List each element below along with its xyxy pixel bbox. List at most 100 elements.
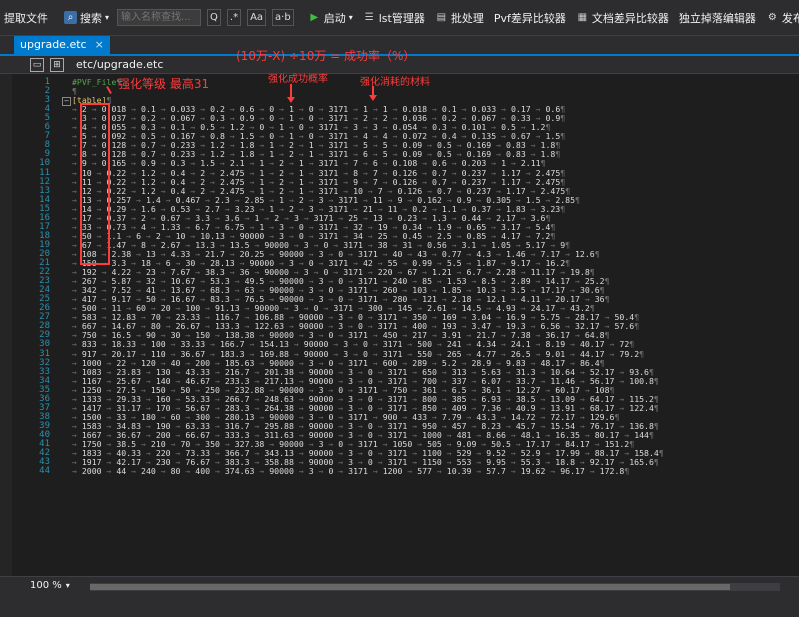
tree-icon[interactable]: ⊞: [50, 57, 64, 72]
chevron-down-icon: ▾: [65, 581, 70, 590]
zoom-control[interactable]: 100 % ▾: [30, 580, 70, 591]
whole-word-toggle[interactable]: a·b: [272, 9, 294, 26]
tab-mark: →: [333, 466, 349, 477]
pilcrow-mark: ¶: [639, 348, 645, 359]
list-icon: ☰: [364, 12, 374, 23]
cell-value: 240: [141, 466, 156, 477]
tab-mark: →: [293, 466, 309, 477]
cell-value: 36: [594, 294, 605, 305]
cell-value: 172.8: [599, 466, 625, 477]
file-path: etc/upgrade.etc: [76, 58, 164, 71]
tab-mark: →: [367, 466, 383, 477]
cell-value: 57.7: [486, 466, 506, 477]
search-icon: ⌕: [64, 11, 77, 24]
doc-diff-icon: ▦: [577, 12, 588, 23]
tab-mark: →: [545, 466, 561, 477]
pilcrow-mark: ¶: [653, 402, 659, 413]
search-button[interactable]: ⌕ 搜索 ▾: [62, 10, 111, 26]
doc-diff-button[interactable]: ▦ 文档差异比较器: [574, 10, 671, 26]
play-icon: ▶: [310, 12, 319, 23]
cell-value: 10.39: [446, 466, 472, 477]
tab-mark: →: [471, 466, 487, 477]
code-header: #PVF_File: [72, 77, 117, 87]
pilcrow-mark: ¶: [575, 194, 580, 205]
tab-mark: →: [210, 466, 225, 477]
cell-value: 400: [195, 466, 211, 477]
code-data-line: → 2000 → 44 → 240 → 80 → 400 → 374.63 → …: [72, 467, 629, 476]
cell-value: 44: [116, 466, 127, 477]
launch-button[interactable]: ▶ 启动 ▾: [306, 10, 355, 26]
annotation-level: 强化等级 最高31: [118, 77, 210, 91]
document-icon[interactable]: ▭: [30, 57, 44, 72]
scrollbar-thumb[interactable]: [90, 584, 730, 590]
code-header-line: #PVF_File¶: [72, 77, 121, 87]
batch-icon: ▤: [436, 12, 447, 23]
cell-value: 1200: [382, 466, 403, 477]
pilcrow-mark: ¶: [560, 203, 566, 214]
code-editor[interactable]: 1 2 3 4 5 6 7 8 9 10 11 12 13 14 15 16 17 18 19 20 21 22 23 24 2…: [12, 74, 799, 576]
extract-file-button[interactable]: 提取文件: [2, 10, 50, 26]
line-number: 44: [39, 466, 50, 477]
pilcrow-mark: ¶: [653, 420, 659, 431]
cell-value: 165.6: [629, 457, 654, 468]
tab-mark: →: [180, 466, 196, 477]
pilcrow-mark: ¶: [634, 321, 640, 332]
tab-mark: →: [402, 466, 418, 477]
cell-value: 3171: [348, 466, 368, 477]
status-bar: 100 % ▾: [0, 576, 799, 617]
pilcrow-mark: ¶: [594, 248, 600, 259]
tab-mark: →: [155, 466, 171, 477]
drop-editor-button[interactable]: 独立掉落编辑器: [677, 10, 758, 26]
cell-value: 12.6: [575, 248, 595, 259]
horizontal-scrollbar[interactable]: [90, 583, 780, 591]
tab-mark: →: [254, 466, 270, 477]
annotation-material: 强化消耗的材料: [360, 77, 430, 88]
find-button[interactable]: Q: [207, 9, 221, 26]
pilcrow-mark: ¶: [560, 131, 566, 142]
fold-toggle-icon[interactable]: −: [62, 97, 71, 106]
left-margin: [0, 74, 12, 576]
close-icon[interactable]: ×: [95, 36, 104, 54]
cell-value: 2000: [81, 466, 102, 477]
cell-value: 96.17: [560, 466, 585, 477]
pilcrow-mark: ¶: [604, 276, 610, 287]
probability-arrow-line: [290, 84, 292, 98]
match-case-toggle[interactable]: Aa: [247, 9, 267, 26]
cell-value: 374.63: [224, 466, 255, 477]
gear-icon: ⚙: [767, 12, 777, 23]
cell-value: 577: [417, 466, 432, 477]
chevron-down-icon: ▾: [105, 13, 110, 22]
cell-value: 90000: [269, 466, 294, 477]
cell-value: 19.62: [520, 466, 546, 477]
cell-value: 79.2: [619, 348, 640, 359]
pilcrow-mark: ¶: [653, 457, 659, 468]
batch-button[interactable]: ▤ 批处理: [433, 10, 486, 26]
tab-mark: →: [604, 348, 620, 359]
tab-mark: →: [432, 466, 447, 477]
search-input[interactable]: [117, 9, 202, 26]
tab-upgrade-etc[interactable]: upgrade.etc ×: [14, 36, 110, 54]
pilcrow-mark: ¶: [604, 294, 610, 305]
pvf-diff-button[interactable]: Pvf差异比较器: [492, 10, 568, 26]
pilcrow-mark: ¶: [624, 466, 630, 477]
tab-mark: →: [101, 466, 117, 477]
annotation-probability: 强化成功概率: [268, 74, 328, 85]
tab-mark: →: [313, 466, 329, 477]
material-arrow-head: [369, 95, 377, 101]
lst-manager-button[interactable]: ☰ lst管理器: [361, 10, 427, 26]
pilcrow-mark: ¶: [653, 375, 659, 386]
cell-value: 122.4: [629, 402, 654, 413]
cell-value: 100.8: [629, 375, 654, 386]
level-highlight-box: [80, 103, 110, 265]
chevron-down-icon: ▾: [348, 13, 353, 22]
main-toolbar: 提取文件 ⌕ 搜索▾ Q .* Aa a·b ▶ 启动▾ ☰ lst管理器 ▤ …: [0, 0, 799, 36]
pilcrow-mark: ¶: [658, 448, 664, 459]
publish-button[interactable]: ⚙ 发布: [764, 10, 799, 26]
cell-value: 80: [170, 466, 181, 477]
tab-mark: →: [126, 466, 142, 477]
tab-mark: →: [72, 466, 82, 477]
annotation-formula: (10万-X) ÷10万 = 成功率（%）: [236, 49, 416, 63]
probability-arrow-head: [287, 97, 295, 103]
regex-toggle[interactable]: .*: [226, 9, 242, 26]
tab-mark: →: [505, 466, 521, 477]
